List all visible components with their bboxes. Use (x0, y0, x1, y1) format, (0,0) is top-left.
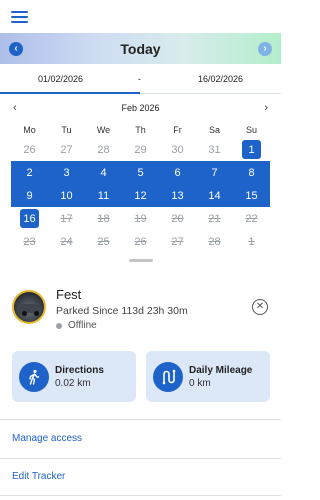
calendar-day-disabled: 27 (171, 235, 184, 248)
status-dot-icon (56, 322, 62, 329)
calendar-week-selected: 2 3 4 5 6 7 8 (11, 161, 270, 184)
calendar-day-disabled: 17 (60, 212, 73, 225)
calendar-day-range-start[interactable]: 1 (233, 140, 270, 159)
calendar-day-disabled: 24 (60, 235, 73, 248)
calendar-day-outside: 31 (208, 143, 221, 156)
calendar-day[interactable]: 5 (122, 163, 159, 182)
calendar-day-outside: 30 (171, 143, 184, 156)
calendar-day-selected: 1 (242, 140, 261, 159)
range-start-date[interactable]: 01/02/2026 (38, 74, 83, 84)
calendar-day[interactable]: 14 (196, 186, 233, 205)
daily-mileage-value: 0 km (189, 377, 211, 389)
calendar-day[interactable]: 15 (233, 186, 270, 205)
calendar-day-disabled: 26 (134, 235, 147, 248)
daily-mileage-card[interactable]: Daily Mileage 0 km (146, 351, 270, 402)
calendar: ‹ Feb 2026 › Mo Tu We Th Fr Sa Su 26 27 … (0, 94, 281, 253)
weekday-header: Mo Tu We Th Fr Sa Su (11, 122, 270, 138)
calendar-day-selected: 16 (20, 209, 39, 228)
daily-mileage-title: Daily Mileage (189, 364, 253, 376)
calendar-day[interactable]: 10 (48, 186, 85, 205)
calendar-day[interactable]: 2 (11, 163, 48, 182)
top-bar (0, 0, 281, 33)
calendar-week-selected: 9 10 11 12 13 14 15 (11, 184, 270, 207)
chevron-left-icon[interactable]: ‹ (9, 41, 23, 56)
tracker-avatar (12, 290, 46, 324)
tracker-status: Offline (56, 320, 188, 331)
calendar-day-disabled: 21 (208, 212, 221, 225)
calendar-day-outside: 27 (60, 143, 73, 156)
day-title: Today (120, 40, 161, 57)
close-circle-icon[interactable]: ✕ (252, 299, 268, 315)
calendar-day-disabled: 19 (134, 212, 147, 225)
calendar-day[interactable]: 7 (196, 163, 233, 182)
calendar-day-disabled: 23 (23, 235, 36, 248)
divider (0, 458, 281, 459)
range-end-date[interactable]: 16/02/2026 (198, 74, 243, 84)
calendar-day-disabled: 22 (245, 212, 258, 225)
calendar-week: 16 17 18 19 20 21 22 (11, 207, 270, 230)
calendar-day[interactable]: 13 (159, 186, 196, 205)
tracker-status-label: Offline (68, 320, 97, 331)
calendar-day-disabled: 20 (171, 212, 184, 225)
hamburger-icon[interactable] (11, 10, 28, 23)
calendar-day[interactable]: 6 (159, 163, 196, 182)
walking-person-icon (19, 361, 49, 392)
range-active-indicator (0, 92, 140, 94)
tracker-info: Fest Parked Since 113d 23h 30m Offline (56, 287, 188, 331)
calendar-day[interactable]: 4 (85, 163, 122, 182)
tracker-name: Fest (56, 287, 82, 302)
calendar-prev-month-icon[interactable]: ‹ (13, 102, 17, 114)
calendar-day[interactable]: 9 (11, 186, 48, 205)
divider (0, 495, 281, 496)
calendar-day[interactable]: 3 (48, 163, 85, 182)
divider (0, 419, 281, 420)
calendar-day[interactable]: 8 (233, 163, 270, 182)
calendar-day-disabled: 1 (248, 235, 255, 248)
calendar-day-range-end[interactable]: 16 (11, 209, 48, 228)
calendar-day-disabled: 28 (208, 235, 221, 248)
calendar-day-disabled: 18 (97, 212, 110, 225)
calendar-day-outside: 29 (134, 143, 147, 156)
directions-card[interactable]: Directions 0.02 km (12, 351, 136, 402)
chevron-right-icon[interactable]: › (257, 41, 272, 56)
calendar-month-row: ‹ Feb 2026 › (11, 94, 270, 122)
manage-access-link[interactable]: Manage access (12, 433, 82, 444)
directions-title: Directions (55, 364, 104, 376)
calendar-day[interactable]: 12 (122, 186, 159, 205)
weekday-label: Th (135, 125, 146, 135)
date-range: 01/02/2026 - 16/02/2026 (0, 64, 281, 94)
weekday-label: We (96, 125, 111, 135)
weekday-label: Tu (61, 125, 72, 135)
calendar-day-outside: 26 (23, 143, 36, 156)
calendar-day-outside: 28 (97, 143, 110, 156)
weekday-label: Sa (208, 125, 220, 135)
weekday-label: Fr (173, 125, 182, 135)
drag-handle[interactable] (128, 259, 153, 262)
tracker-parked-duration: Parked Since 113d 23h 30m (56, 305, 188, 317)
calendar-week: 26 27 28 29 30 31 1 (11, 138, 270, 161)
calendar-week: 23 24 25 26 27 28 1 (11, 230, 270, 253)
edit-tracker-link[interactable]: Edit Tracker (12, 471, 65, 482)
weekday-label: Su (245, 125, 257, 135)
range-separator: - (138, 74, 141, 84)
weekday-label: Mo (23, 125, 36, 135)
directions-value: 0.02 km (55, 377, 91, 389)
calendar-next-month-icon[interactable]: › (264, 102, 268, 114)
tracker-summary: Fest Parked Since 113d 23h 30m Offline ✕ (12, 287, 270, 335)
action-cards: Directions 0.02 km Daily Mileage 0 km (12, 351, 270, 402)
calendar-day[interactable]: 11 (85, 186, 122, 205)
calendar-month-label: Feb 2026 (121, 103, 160, 113)
route-icon (153, 361, 183, 392)
calendar-day-disabled: 25 (97, 235, 110, 248)
day-navigation-bar: ‹ Today › (0, 33, 281, 64)
